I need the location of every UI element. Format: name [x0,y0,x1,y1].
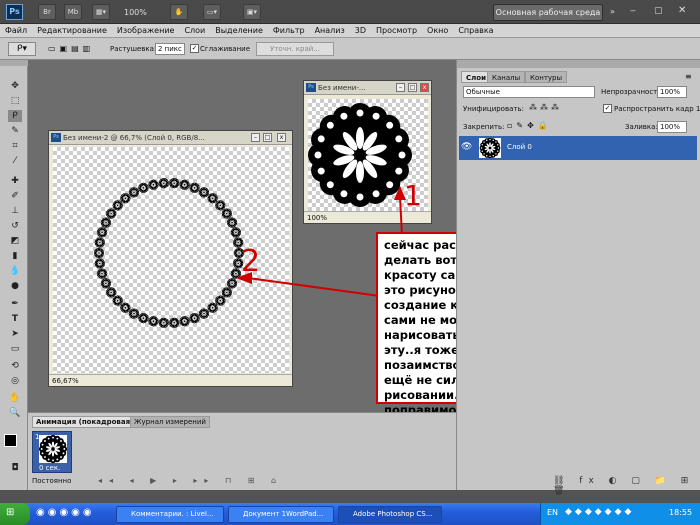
animation-frame-1[interactable]: 1 0 сек. [32,431,72,473]
quick-launch-icons[interactable]: ◉◉◉◉◉ [36,507,95,518]
tab-channels[interactable]: Каналы [487,71,526,83]
taskbar-item-photoshop[interactable]: Adobe Photoshop CS... [338,506,442,523]
system-tray: EN ◆◆◆◆◆◆◆ 18:55 [540,503,700,525]
lock-icons[interactable]: ▫✎✥🔒 [507,121,552,130]
arrow-to-ring [247,277,381,297]
layer-row[interactable]: 👁 Слой 0 [459,136,697,160]
tray-icons[interactable]: ◆◆◆◆◆◆◆ [565,507,634,517]
layer-thumbnail [479,137,501,159]
layers-panel: Слои Каналы Контуры ≡ Обычные Непрозрачн… [456,60,700,496]
arrow-to-flower-head [394,186,406,200]
start-button[interactable]: ⊞ [0,503,30,525]
taskbar-item-browser[interactable]: Комментарии. : LiveI... [116,506,224,523]
arrow-to-ring-head [236,272,252,284]
panel-menu-icon[interactable]: ≡ [685,72,692,81]
arrow-to-flower [399,195,403,237]
tab-measurement-log[interactable]: Журнал измерений [130,416,210,428]
lock-label: Закрепить: [463,123,505,131]
frame-thumbnail [39,435,67,463]
windows-taskbar: ⊞ ◉◉◉◉◉ Комментарии. : LiveI... Документ… [0,503,700,525]
lang-indicator[interactable]: EN [547,508,558,517]
playback-controls[interactable]: ◂◂ ◂ ▶ ▸ ▸▸ ⊓ ⊞ ⌂ [98,476,283,485]
loop-options[interactable]: Постоянно [32,477,71,485]
propagate-label: Распространить кадр 1 [614,105,700,113]
panel-bottom-icons[interactable]: ⛓ fx ◐ ▢ 📁 ⊞ 🗑 [553,476,700,496]
animation-panel: Анимация (покадровая) Журнал измерений 1… [28,412,456,490]
tab-paths[interactable]: Контуры [525,71,568,83]
clock: 18:55 [669,508,693,517]
opacity-label: Непрозрачность: [601,88,664,96]
propagate-checkbox[interactable]: ✓ [603,104,612,113]
taskbar-item-wordpad[interactable]: Документ 1WordPad... [228,506,334,523]
opacity-input[interactable]: 100% [657,86,687,98]
visibility-eye-icon[interactable]: 👁 [461,142,472,152]
unify-label: Унифицировать: [463,105,524,113]
fill-label: Заливка: [625,123,658,131]
fill-input[interactable]: 100% [657,121,687,133]
tab-animation[interactable]: Анимация (покадровая) [32,416,138,428]
blend-mode-select[interactable]: Обычные [463,86,595,98]
layer-name[interactable]: Слой 0 [507,143,532,151]
unify-icons[interactable]: ⁂⁂⁂ [529,103,562,112]
frame-delay[interactable]: 0 сек. [39,464,60,472]
